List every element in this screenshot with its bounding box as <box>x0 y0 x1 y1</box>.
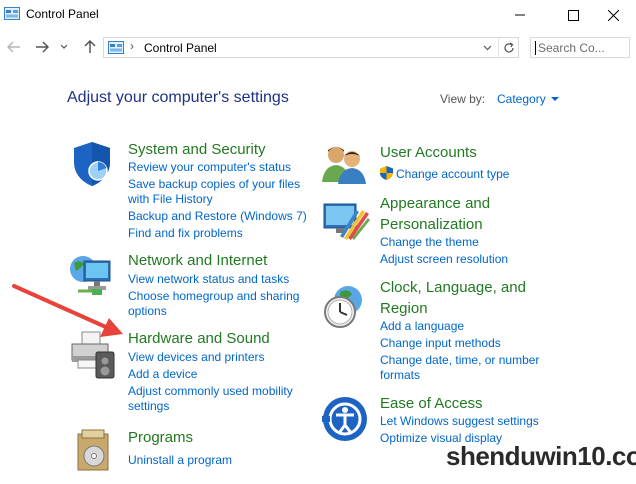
category-title-appearance-line2[interactable]: Personalization <box>380 215 483 234</box>
up-button[interactable] <box>79 36 101 58</box>
forward-button[interactable] <box>31 36 53 58</box>
category-title-ease-of-access[interactable]: Ease of Access <box>380 394 483 413</box>
link-screen-resolution[interactable]: Adjust screen resolution <box>380 251 508 268</box>
uac-shield-icon <box>380 166 393 180</box>
link-add-device[interactable]: Add a device <box>128 366 197 383</box>
category-title-network-internet[interactable]: Network and Internet <box>128 251 267 270</box>
refresh-icon <box>503 41 514 52</box>
category-title-programs[interactable]: Programs <box>128 428 193 447</box>
chevron-down-icon <box>60 44 68 49</box>
forward-arrow-icon <box>36 41 49 53</box>
close-icon <box>607 9 619 21</box>
refresh-button[interactable] <box>498 38 518 57</box>
back-button[interactable] <box>3 36 25 58</box>
control-panel-icon <box>4 7 20 20</box>
back-arrow-icon <box>7 41 20 53</box>
link-devices-printers[interactable]: View devices and printers <box>128 349 265 366</box>
address-dropdown-button[interactable] <box>478 38 496 57</box>
link-mobility-settings-cont[interactable]: settings <box>128 398 169 415</box>
users-icon[interactable] <box>322 144 368 184</box>
link-save-backup-cont[interactable]: with File History <box>128 191 213 208</box>
appearance-monitor-icon[interactable] <box>322 198 370 242</box>
link-date-time-format-cont[interactable]: formats <box>380 367 420 384</box>
link-suggest-settings[interactable]: Let Windows suggest settings <box>380 413 539 430</box>
up-arrow-icon <box>84 40 96 53</box>
shield-icon[interactable] <box>68 140 116 188</box>
link-review-status[interactable]: Review your computer's status <box>128 159 291 176</box>
link-find-fix[interactable]: Find and fix problems <box>128 225 243 242</box>
close-button[interactable] <box>590 0 636 30</box>
address-bar[interactable]: › Control Panel <box>103 37 519 58</box>
minimize-button[interactable] <box>497 0 543 30</box>
window-title: Control Panel <box>26 7 99 21</box>
link-uninstall-program[interactable]: Uninstall a program <box>128 452 232 469</box>
programs-icon[interactable] <box>74 428 114 472</box>
link-change-theme[interactable]: Change the theme <box>380 234 479 251</box>
maximize-icon <box>567 9 579 21</box>
category-title-clock-line1[interactable]: Clock, Language, and <box>380 278 526 297</box>
link-input-methods[interactable]: Change input methods <box>380 335 501 352</box>
text-caret <box>535 41 536 55</box>
breadcrumb[interactable]: Control Panel <box>144 41 217 55</box>
page-title: Adjust your computer's settings <box>67 89 289 106</box>
category-title-appearance-line1[interactable]: Appearance and <box>380 194 490 213</box>
view-by-dropdown[interactable]: Category <box>497 92 546 106</box>
annotation-arrow <box>12 284 123 337</box>
breadcrumb-separator[interactable]: › <box>130 39 134 53</box>
recent-locations-button[interactable] <box>57 36 71 58</box>
ease-of-access-icon[interactable] <box>322 396 368 442</box>
clock-globe-icon[interactable] <box>320 282 368 330</box>
dropdown-arrow-icon[interactable] <box>551 97 559 101</box>
link-backup-restore[interactable]: Backup and Restore (Windows 7) <box>128 208 307 225</box>
search-input[interactable]: Search Co... <box>538 41 618 55</box>
watermark: shenduwin10.com <box>446 441 636 471</box>
link-change-account-type[interactable]: Change account type <box>396 166 509 183</box>
search-box[interactable]: Search Co... <box>530 37 630 58</box>
view-by-label: View by: <box>440 92 486 106</box>
control-panel-icon <box>108 41 124 54</box>
link-add-language[interactable]: Add a language <box>380 318 464 335</box>
category-title-clock-line2[interactable]: Region <box>380 299 428 318</box>
category-title-system-security[interactable]: System and Security <box>128 140 266 159</box>
link-network-status[interactable]: View network status and tasks <box>128 271 289 288</box>
category-title-user-accounts[interactable]: User Accounts <box>380 143 477 162</box>
chevron-down-icon <box>483 45 491 50</box>
minimize-icon <box>515 14 525 16</box>
category-title-hardware-sound[interactable]: Hardware and Sound <box>128 329 270 348</box>
